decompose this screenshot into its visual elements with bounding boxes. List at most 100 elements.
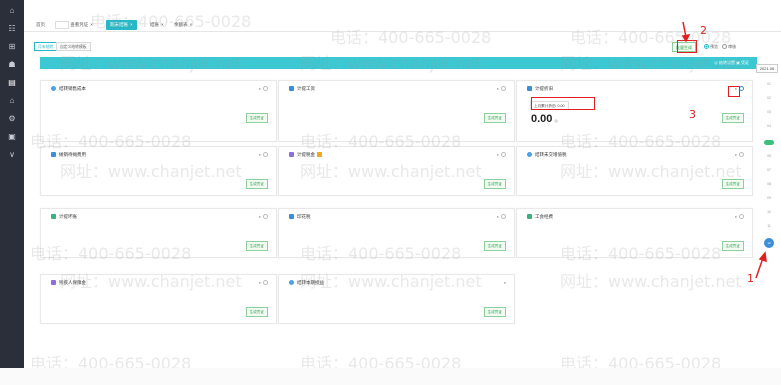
home-icon[interactable]: ⌂: [6, 6, 18, 16]
rail-month[interactable]: 01: [764, 82, 774, 86]
card-stamp-tax: 印花税 ● 生成凭证: [278, 208, 515, 258]
tab-home[interactable]: 首页: [36, 20, 45, 30]
info-icon: ◎: [554, 118, 558, 123]
subtab-custom-template[interactable]: 自定义结转模板: [56, 42, 91, 51]
annotation-box-batch: [677, 40, 697, 53]
settings-icon[interactable]: [263, 214, 268, 220]
period-banner: ◎ 结转设置 ▣ 凭证: [40, 57, 757, 69]
radio-label: 审核: [728, 44, 737, 49]
rail-month[interactable]: 08: [764, 182, 774, 186]
close-icon[interactable]: ×: [90, 22, 93, 27]
report-icon[interactable]: ▣: [6, 132, 18, 142]
tab-label: 余额表: [174, 22, 188, 27]
close-icon[interactable]: ×: [130, 22, 133, 27]
annotation-number-3: 3: [689, 108, 696, 121]
card-prepaid-amortize: 摊销待摊费用 ● 生成凭证: [40, 146, 277, 196]
ledger-icon[interactable]: ▤: [6, 78, 18, 88]
card-controls: ●: [259, 280, 268, 286]
period-date[interactable]: 2021.06: [756, 64, 778, 73]
card-title-text: 计提税金: [297, 152, 315, 157]
card-title: 计提工资: [289, 86, 315, 92]
rail-current-pill[interactable]: [764, 140, 774, 145]
radio-preview[interactable]: [704, 44, 709, 50]
generate-voucher-button[interactable]: 生成凭证: [245, 241, 268, 251]
generate-voucher-button[interactable]: 生成凭证: [483, 179, 506, 189]
list-icon[interactable]: ☷: [6, 24, 18, 34]
generate-voucher-button[interactable]: 生成凭证: [245, 179, 268, 189]
annotation-number-1: 1: [747, 272, 754, 285]
building-icon[interactable]: ⌂: [6, 96, 18, 106]
card-title: 结转本期损益: [289, 280, 324, 286]
card-disability-fund: 残疾人保障金 ● 生成凭证: [40, 274, 277, 324]
tab-bar: 首页 查看凭证 × 期末结账 × 结账 × 余额表 ×: [24, 18, 781, 32]
rail-month[interactable]: 06: [764, 154, 774, 158]
card-icon: [527, 214, 532, 220]
rail-month[interactable]: 03: [764, 110, 774, 114]
generate-voucher-button[interactable]: 生成凭证: [245, 113, 268, 123]
watermark-site: 网址：www.chanjet.net: [560, 272, 742, 291]
card-title-text: 结转未交增值税: [535, 152, 567, 157]
tab-label: 查看凭证: [70, 22, 89, 27]
settings-icon[interactable]: [263, 86, 268, 92]
generate-voucher-button[interactable]: 生成凭证: [483, 307, 506, 317]
tab-period-close[interactable]: 期末结账 ×: [106, 20, 137, 30]
subtab-month-end[interactable]: 月末结转: [34, 42, 58, 51]
rail-month[interactable]: 04: [764, 124, 774, 128]
card-sales-cost: 结转销售成本 ● 生成凭证: [40, 80, 277, 142]
card-title: 结转未交增值税: [527, 152, 567, 158]
card-controls: ●: [497, 214, 506, 220]
settings-icon[interactable]: [263, 152, 268, 158]
house-icon[interactable]: ☗: [6, 60, 18, 70]
card-union-fee: 工会经费 ● 生成凭证: [516, 208, 753, 258]
close-icon[interactable]: ×: [161, 22, 164, 27]
tab-voucher[interactable]: 查看凭证 ×: [52, 20, 93, 30]
mode-radio-group: 预览 审核: [704, 44, 736, 50]
generate-voucher-button[interactable]: 生成凭证: [483, 113, 506, 123]
generate-voucher-button[interactable]: 生成凭证: [483, 241, 506, 251]
generate-voucher-button[interactable]: 生成凭证: [721, 113, 744, 123]
card-controls: ●: [735, 214, 744, 220]
tab-close-account[interactable]: 结账 ×: [150, 20, 164, 30]
settings-icon[interactable]: [501, 152, 506, 158]
grid-icon[interactable]: ⊞: [6, 42, 18, 52]
card-title-text: 计提工资: [297, 86, 315, 91]
rail-month[interactable]: 11: [764, 224, 774, 228]
sub-toolbar: 月末结转 自定义结转模板 批量生成 预览 审核: [34, 42, 774, 56]
chevron-down-icon[interactable]: ∨: [6, 150, 18, 160]
rail-month[interactable]: 02: [764, 96, 774, 100]
card-icon: [527, 86, 532, 92]
settings-icon[interactable]: [739, 214, 744, 220]
card-tax: 计提税金 ● 生成凭证: [278, 146, 515, 196]
generate-voucher-button[interactable]: 生成凭证: [721, 179, 744, 189]
banner-actions[interactable]: ◎ 结转设置 ▣ 凭证: [714, 60, 749, 66]
generate-voucher-button[interactable]: 生成凭证: [721, 241, 744, 251]
bottom-strip: [0, 368, 781, 385]
settings-icon[interactable]: [263, 280, 268, 286]
card-title-text: 印花税: [297, 214, 311, 219]
card-icon: [289, 280, 294, 286]
card-title-text: 残疾人保障金: [59, 280, 86, 285]
close-icon[interactable]: ×: [190, 22, 193, 27]
depreciation-amount: 0.00 ◎: [531, 113, 558, 125]
tab-balance[interactable]: 余额表 ×: [174, 20, 192, 30]
sidebar: ⌂ ☷ ⊞ ☗ ▤ ⌂ ⚙ ▣ ∨: [0, 0, 24, 368]
card-title-text: 结转本期损益: [297, 280, 324, 285]
rail-month[interactable]: 09: [764, 196, 774, 200]
card-title-text: 计提坏账: [59, 214, 77, 219]
gear-icon[interactable]: ⚙: [6, 114, 18, 124]
rail-current-circle[interactable]: 12: [764, 238, 774, 248]
rail-month[interactable]: 10: [764, 210, 774, 214]
rail-month[interactable]: 07: [764, 168, 774, 172]
card-title: 摊销待摊费用: [51, 152, 86, 158]
month-rail: 01 02 03 04 06 07 08 09 10 11 12: [762, 82, 776, 272]
settings-icon[interactable]: [501, 86, 506, 92]
card-controls: ●: [259, 214, 268, 220]
settings-icon[interactable]: [739, 152, 744, 158]
settings-icon[interactable]: [501, 214, 506, 220]
card-bad-debt: 计提坏账 ● 生成凭证: [40, 208, 277, 258]
card-title: 计提税金: [289, 152, 322, 158]
generate-voucher-button[interactable]: 生成凭证: [245, 307, 268, 317]
card-profit-loss: 结转本期损益 ● 生成凭证: [278, 274, 515, 324]
tab-label: 期末结账: [110, 22, 128, 27]
radio-audit[interactable]: [722, 44, 728, 50]
